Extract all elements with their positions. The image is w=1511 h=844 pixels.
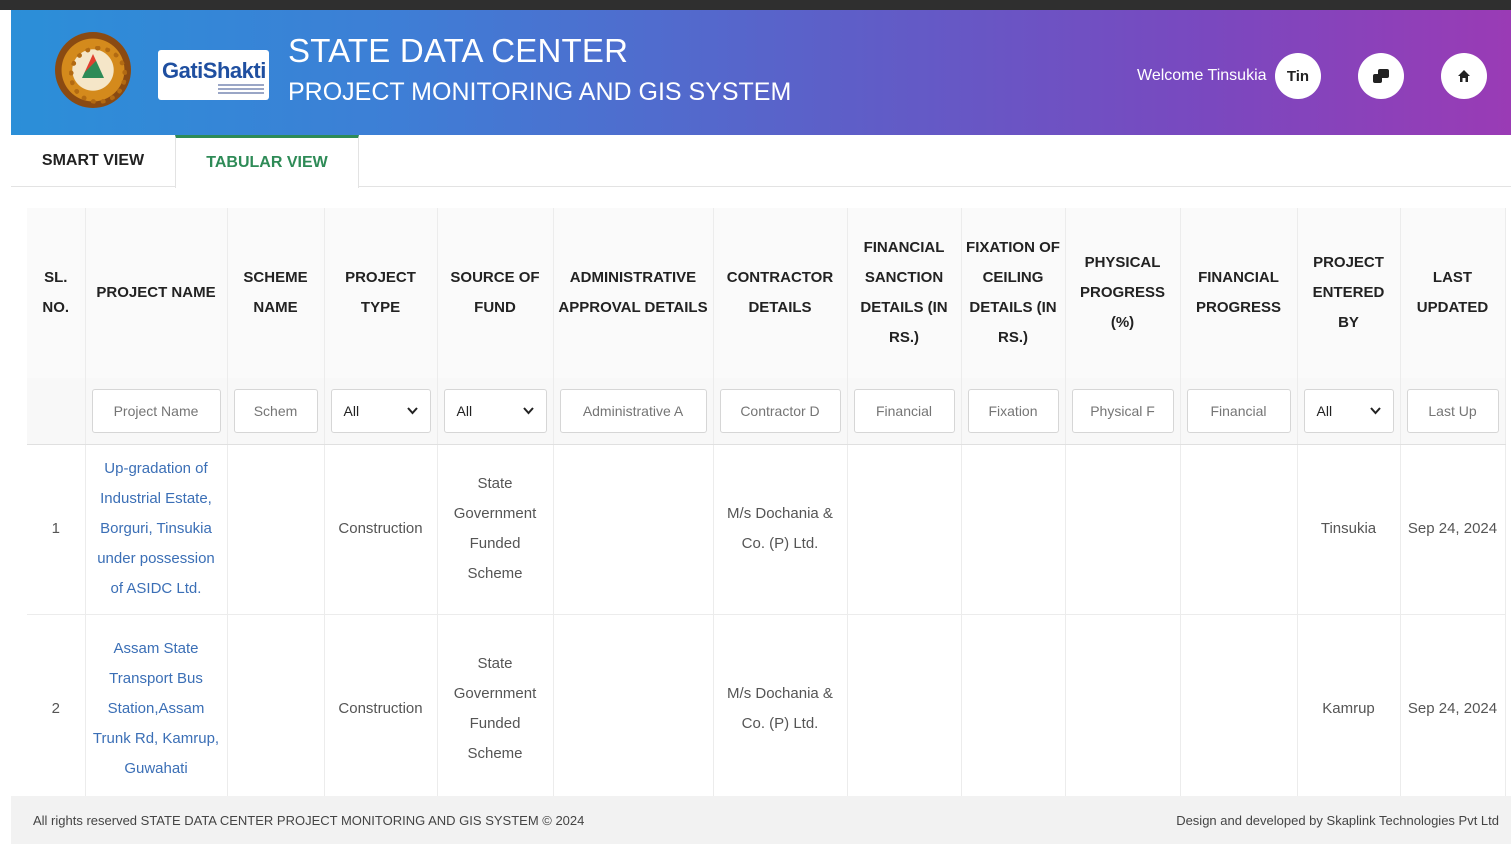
filter-cell bbox=[227, 378, 325, 445]
cell-physical bbox=[1065, 444, 1181, 615]
filter-cell: All bbox=[437, 378, 554, 445]
col-project-name[interactable]: PROJECT NAME bbox=[85, 208, 228, 378]
filter-row: All All All bbox=[27, 378, 1506, 445]
cell-project-type: Construction bbox=[324, 614, 438, 796]
chevron-down-icon bbox=[1369, 407, 1381, 415]
col-last-updated[interactable]: LAST UPDATED bbox=[1400, 208, 1506, 378]
filter-admin-approval-input[interactable] bbox=[559, 388, 707, 433]
tab-smart-view[interactable]: SMART VIEW bbox=[11, 135, 175, 187]
filter-scheme-name-input[interactable] bbox=[233, 388, 318, 433]
cell-scheme-name bbox=[227, 444, 325, 615]
filter-cell-empty bbox=[27, 378, 86, 445]
filter-fixation-input[interactable] bbox=[967, 388, 1059, 433]
filter-project-type-select[interactable]: All bbox=[330, 388, 431, 433]
cell-sl: 1 bbox=[27, 444, 86, 615]
col-admin-approval[interactable]: ADMINISTRATIVE APPROVAL DETAILS bbox=[553, 208, 714, 378]
cell-project-name-link[interactable]: Assam State Transport Bus Station,Assam … bbox=[85, 614, 228, 796]
col-fixation-ceiling[interactable]: FIXATION OF CEILING DETAILS (IN RS.) bbox=[961, 208, 1066, 378]
gatishakti-logo-text: GatiShakti bbox=[162, 58, 266, 83]
filter-project-name-input[interactable] bbox=[91, 388, 221, 433]
switch-view-button[interactable] bbox=[1358, 53, 1404, 99]
avatar-initials: Tin bbox=[1286, 67, 1310, 85]
cell-fixation bbox=[961, 444, 1066, 615]
cell-admin-approval bbox=[553, 444, 714, 615]
logo-subtext-lines bbox=[218, 84, 264, 94]
app-title: STATE DATA CENTER bbox=[288, 32, 629, 69]
cell-contractor: M/s Dochania & Co. (P) Ltd. bbox=[713, 614, 848, 796]
cell-financial-progress bbox=[1180, 614, 1298, 796]
cell-financial-progress bbox=[1180, 444, 1298, 615]
app-header: GatiShakti STATE DATA CENTER PROJECT MON… bbox=[11, 10, 1511, 135]
cell-admin-approval bbox=[553, 614, 714, 796]
col-project-type[interactable]: PROJECT TYPE bbox=[324, 208, 438, 378]
footer-credit: Design and developed by Skaplink Technol… bbox=[1176, 812, 1499, 828]
cell-financial-sanction bbox=[847, 444, 962, 615]
page-footer: All rights reserved STATE DATA CENTER PR… bbox=[11, 796, 1511, 844]
filter-cell bbox=[847, 378, 962, 445]
emblem-mark-icon bbox=[82, 54, 104, 78]
filter-cell: All bbox=[324, 378, 438, 445]
filter-entered-by-select[interactable]: All bbox=[1303, 388, 1394, 433]
filter-cell bbox=[961, 378, 1066, 445]
filter-financial-sanction-input[interactable] bbox=[853, 388, 955, 433]
col-entered-by[interactable]: PROJECT ENTERED BY bbox=[1297, 208, 1401, 378]
chevron-down-icon bbox=[406, 407, 418, 415]
chevron-down-icon bbox=[522, 407, 534, 415]
asidc-emblem-logo bbox=[55, 32, 131, 108]
filter-cell bbox=[553, 378, 714, 445]
cell-last-updated: Sep 24, 2024 bbox=[1400, 444, 1506, 615]
cell-source-of-fund: State Government Funded Scheme bbox=[437, 614, 554, 796]
cell-contractor: M/s Dochania & Co. (P) Ltd. bbox=[713, 444, 848, 615]
welcome-text: Welcome Tinsukia bbox=[1137, 67, 1267, 84]
col-financial-sanction[interactable]: FINANCIAL SANCTION DETAILS (IN RS.) bbox=[847, 208, 962, 378]
cell-project-type: Construction bbox=[324, 444, 438, 615]
cell-financial-sanction bbox=[847, 614, 962, 796]
select-value: All bbox=[456, 402, 473, 419]
cell-fixation bbox=[961, 614, 1066, 796]
switch-icon bbox=[1373, 69, 1389, 83]
cell-entered-by: Tinsukia bbox=[1297, 444, 1401, 615]
filter-cell bbox=[713, 378, 848, 445]
cell-entered-by: Kamrup bbox=[1297, 614, 1401, 796]
filter-cell bbox=[1065, 378, 1181, 445]
gatishakti-logo: GatiShakti bbox=[158, 50, 269, 100]
filter-cell bbox=[1400, 378, 1506, 445]
cell-physical bbox=[1065, 614, 1181, 796]
user-avatar-button[interactable]: Tin bbox=[1275, 53, 1321, 99]
home-button[interactable] bbox=[1441, 53, 1487, 99]
filter-cell: All bbox=[1297, 378, 1401, 445]
cell-source-of-fund: State Government Funded Scheme bbox=[437, 444, 554, 615]
filter-source-of-fund-select[interactable]: All bbox=[443, 388, 547, 433]
filter-cell bbox=[1180, 378, 1298, 445]
app-subtitle: PROJECT MONITORING AND GIS SYSTEM bbox=[288, 78, 792, 106]
cell-sl: 2 bbox=[27, 614, 86, 796]
table-row[interactable]: 1 Up-gradation of Industrial Estate, Bor… bbox=[27, 444, 1506, 615]
table-row[interactable]: 2 Assam State Transport Bus Station,Assa… bbox=[27, 614, 1506, 796]
select-value: All bbox=[343, 402, 360, 419]
cell-project-name-link[interactable]: Up-gradation of Industrial Estate, Borgu… bbox=[85, 444, 228, 615]
col-financial-progress[interactable]: FINANCIAL PROGRESS bbox=[1180, 208, 1298, 378]
filter-physical-input[interactable] bbox=[1071, 388, 1174, 433]
tab-tabular-view[interactable]: TABULAR VIEW bbox=[175, 135, 359, 188]
header-row: SL. NO. PROJECT NAME SCHEME NAME PROJECT… bbox=[27, 208, 1506, 378]
col-contractor[interactable]: CONTRACTOR DETAILS bbox=[713, 208, 848, 378]
footer-copyright: All rights reserved STATE DATA CENTER PR… bbox=[33, 812, 585, 828]
top-edge-bar bbox=[0, 0, 1511, 10]
col-sl-no[interactable]: SL. NO. bbox=[27, 208, 86, 378]
projects-table-container: SL. NO. PROJECT NAME SCHEME NAME PROJECT… bbox=[27, 208, 1511, 796]
filter-financial-progress-input[interactable] bbox=[1186, 388, 1291, 433]
home-icon bbox=[1458, 70, 1470, 82]
filter-contractor-input[interactable] bbox=[719, 388, 841, 433]
cell-scheme-name bbox=[227, 614, 325, 796]
filter-cell bbox=[85, 378, 228, 445]
select-value: All bbox=[1316, 402, 1333, 419]
col-scheme-name[interactable]: SCHEME NAME bbox=[227, 208, 325, 378]
projects-table: SL. NO. PROJECT NAME SCHEME NAME PROJECT… bbox=[27, 208, 1506, 796]
col-physical-progress[interactable]: PHYSICAL PROGRESS (%) bbox=[1065, 208, 1181, 378]
filter-last-updated-input[interactable] bbox=[1406, 388, 1499, 433]
view-tabs: SMART VIEW TABULAR VIEW bbox=[11, 135, 1511, 188]
cell-last-updated: Sep 24, 2024 bbox=[1400, 614, 1506, 796]
col-source-of-fund[interactable]: SOURCE OF FUND bbox=[437, 208, 554, 378]
